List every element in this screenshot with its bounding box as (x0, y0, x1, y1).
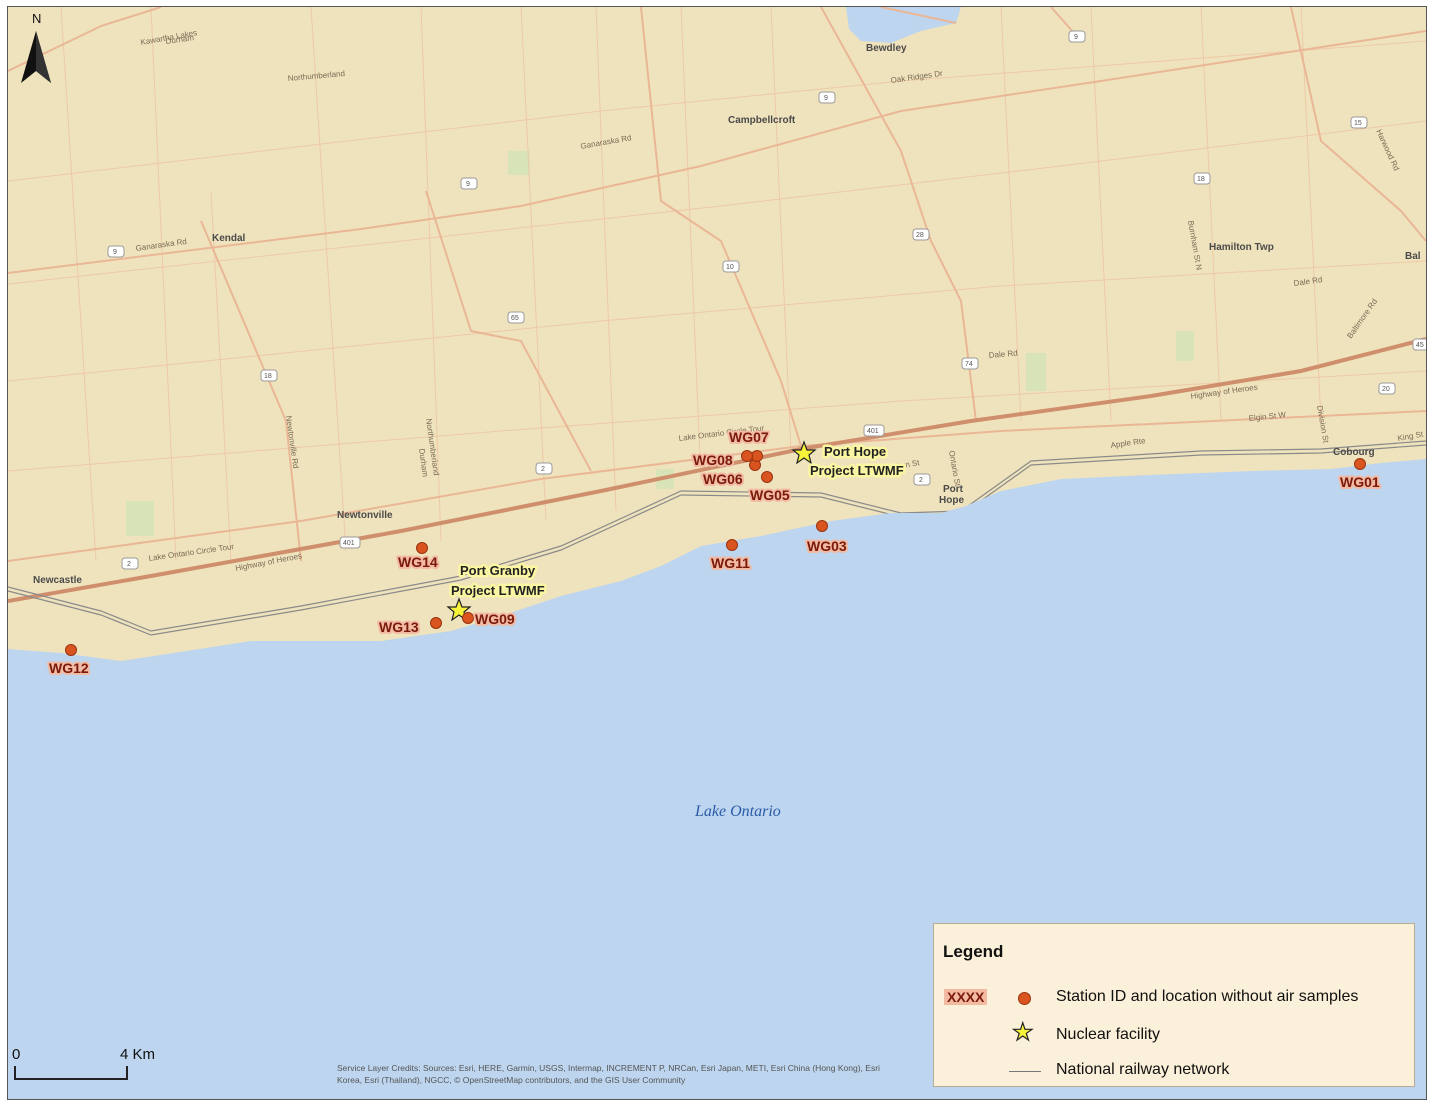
station-label: WG11 (711, 555, 750, 571)
service-credits: Service Layer Credits: Sources: Esri, HE… (337, 1063, 880, 1085)
svg-text:9: 9 (113, 249, 117, 256)
park-area (508, 151, 530, 175)
station-label: WG09 (475, 611, 515, 627)
station-label: WG06 (703, 471, 743, 487)
svg-text:10: 10 (726, 264, 734, 271)
highway-shield: 9 (460, 177, 478, 190)
svg-text:45: 45 (1416, 342, 1424, 349)
svg-text:74: 74 (965, 361, 973, 368)
facility-label: Project LTWMF (451, 583, 545, 598)
town-label-campbellcroft: Campbellcroft (728, 115, 796, 126)
town-label-kendal: Kendal (212, 233, 246, 244)
station-label: WG14 (398, 554, 438, 570)
svg-text:18: 18 (264, 373, 272, 380)
legend-panel: Legend XXXX Station ID and location with… (933, 923, 1415, 1087)
highway-shield: 9 (818, 91, 836, 104)
park-area (126, 501, 154, 536)
highway-shield: 9 (107, 245, 125, 258)
legend-row-facility: ★ Nuclear facility (934, 1019, 1414, 1048)
station-marker[interactable] (65, 644, 77, 656)
highway-shield: 65 (507, 311, 525, 324)
legend-row-station: XXXX Station ID and location without air… (934, 986, 1414, 1010)
legend-title: Legend (943, 942, 1004, 961)
scale-bar: 0 4 Km (12, 1044, 182, 1084)
station-label: WG12 (49, 660, 89, 676)
station-marker[interactable] (726, 539, 738, 551)
station-marker[interactable] (462, 612, 474, 624)
legend-facility-text: Nuclear facility (1056, 1026, 1161, 1043)
highway-shield: 28 (912, 228, 930, 241)
town-label-bal: Bal (1405, 251, 1421, 262)
station-marker[interactable] (741, 450, 753, 462)
station-label: WG03 (807, 538, 847, 554)
highway-shield: 15 (1350, 116, 1368, 129)
svg-text:2: 2 (919, 477, 923, 484)
svg-text:2: 2 (127, 561, 131, 568)
station-label: WG13 (379, 619, 419, 635)
station-marker[interactable] (761, 471, 773, 483)
railway-line-icon (1009, 1071, 1041, 1072)
town-label-hope: Hope (939, 495, 964, 506)
legend-railway-text: National railway network (1056, 1061, 1230, 1078)
svg-text:28: 28 (916, 232, 924, 239)
scale-start-label: 0 (12, 1046, 21, 1063)
town-label-newcastle: Newcastle (33, 575, 82, 586)
town-label-newtonville: Newtonville (337, 510, 393, 521)
svg-text:9: 9 (466, 181, 470, 188)
svg-text:9: 9 (824, 95, 828, 102)
station-marker[interactable] (751, 450, 763, 462)
station-marker[interactable] (416, 542, 428, 554)
station-marker[interactable] (1354, 458, 1366, 470)
facility-label: Project LTWMF (810, 463, 904, 478)
highway-shield: 18 (1193, 172, 1211, 185)
station-marker[interactable] (816, 520, 828, 532)
park-area (1026, 353, 1046, 391)
svg-text:15: 15 (1354, 120, 1362, 127)
svg-text:65: 65 (511, 315, 519, 322)
svg-text:18: 18 (1197, 176, 1205, 183)
town-label-hamilton-twp: Hamilton Twp (1209, 242, 1274, 253)
highway-shield: 18 (260, 369, 278, 382)
highway-shield: 10 (722, 260, 740, 273)
town-label-bewdley: Bewdley (866, 43, 907, 54)
svg-text:20: 20 (1382, 386, 1390, 393)
facility-label: Port Hope (824, 444, 886, 459)
highway-shield: 9 (1068, 30, 1086, 43)
legend-station-text: Station ID and location without air samp… (1056, 988, 1359, 1005)
facility-label: Port Granby (460, 563, 536, 578)
legend-sample-label: XXXX (944, 989, 988, 1005)
lake-label: Lake Ontario (694, 803, 781, 820)
legend-row-railway: National railway network (934, 1059, 1414, 1083)
svg-text:2: 2 (541, 466, 545, 473)
highway-shield: 401 (863, 424, 885, 437)
park-area (1176, 331, 1194, 361)
scale-line (14, 1066, 128, 1080)
highway-shield: 2 (535, 462, 553, 475)
highway-shield: 20 (1378, 382, 1396, 395)
town-label-cobourg: Cobourg (1333, 447, 1375, 458)
highway-shield: 45 (1412, 338, 1426, 351)
station-label: WG07 (729, 429, 769, 445)
svg-text:401: 401 (867, 428, 879, 435)
highway-shield: 2 (121, 557, 139, 570)
star-icon: ★ (1011, 1019, 1034, 1046)
station-label: WG08 (693, 452, 733, 468)
svg-text:9: 9 (1074, 34, 1078, 41)
svg-text:401: 401 (343, 540, 355, 547)
station-label: WG01 (1340, 474, 1380, 490)
highway-shield: 401 (339, 536, 361, 549)
highway-shield: 74 (961, 357, 979, 370)
station-marker[interactable] (430, 617, 442, 629)
station-label: WG05 (750, 487, 790, 503)
scale-end-label: 4 Km (120, 1046, 156, 1063)
highway-shield: 2 (913, 473, 931, 486)
station-dot-icon (1018, 992, 1031, 1005)
north-label: N (32, 11, 41, 26)
